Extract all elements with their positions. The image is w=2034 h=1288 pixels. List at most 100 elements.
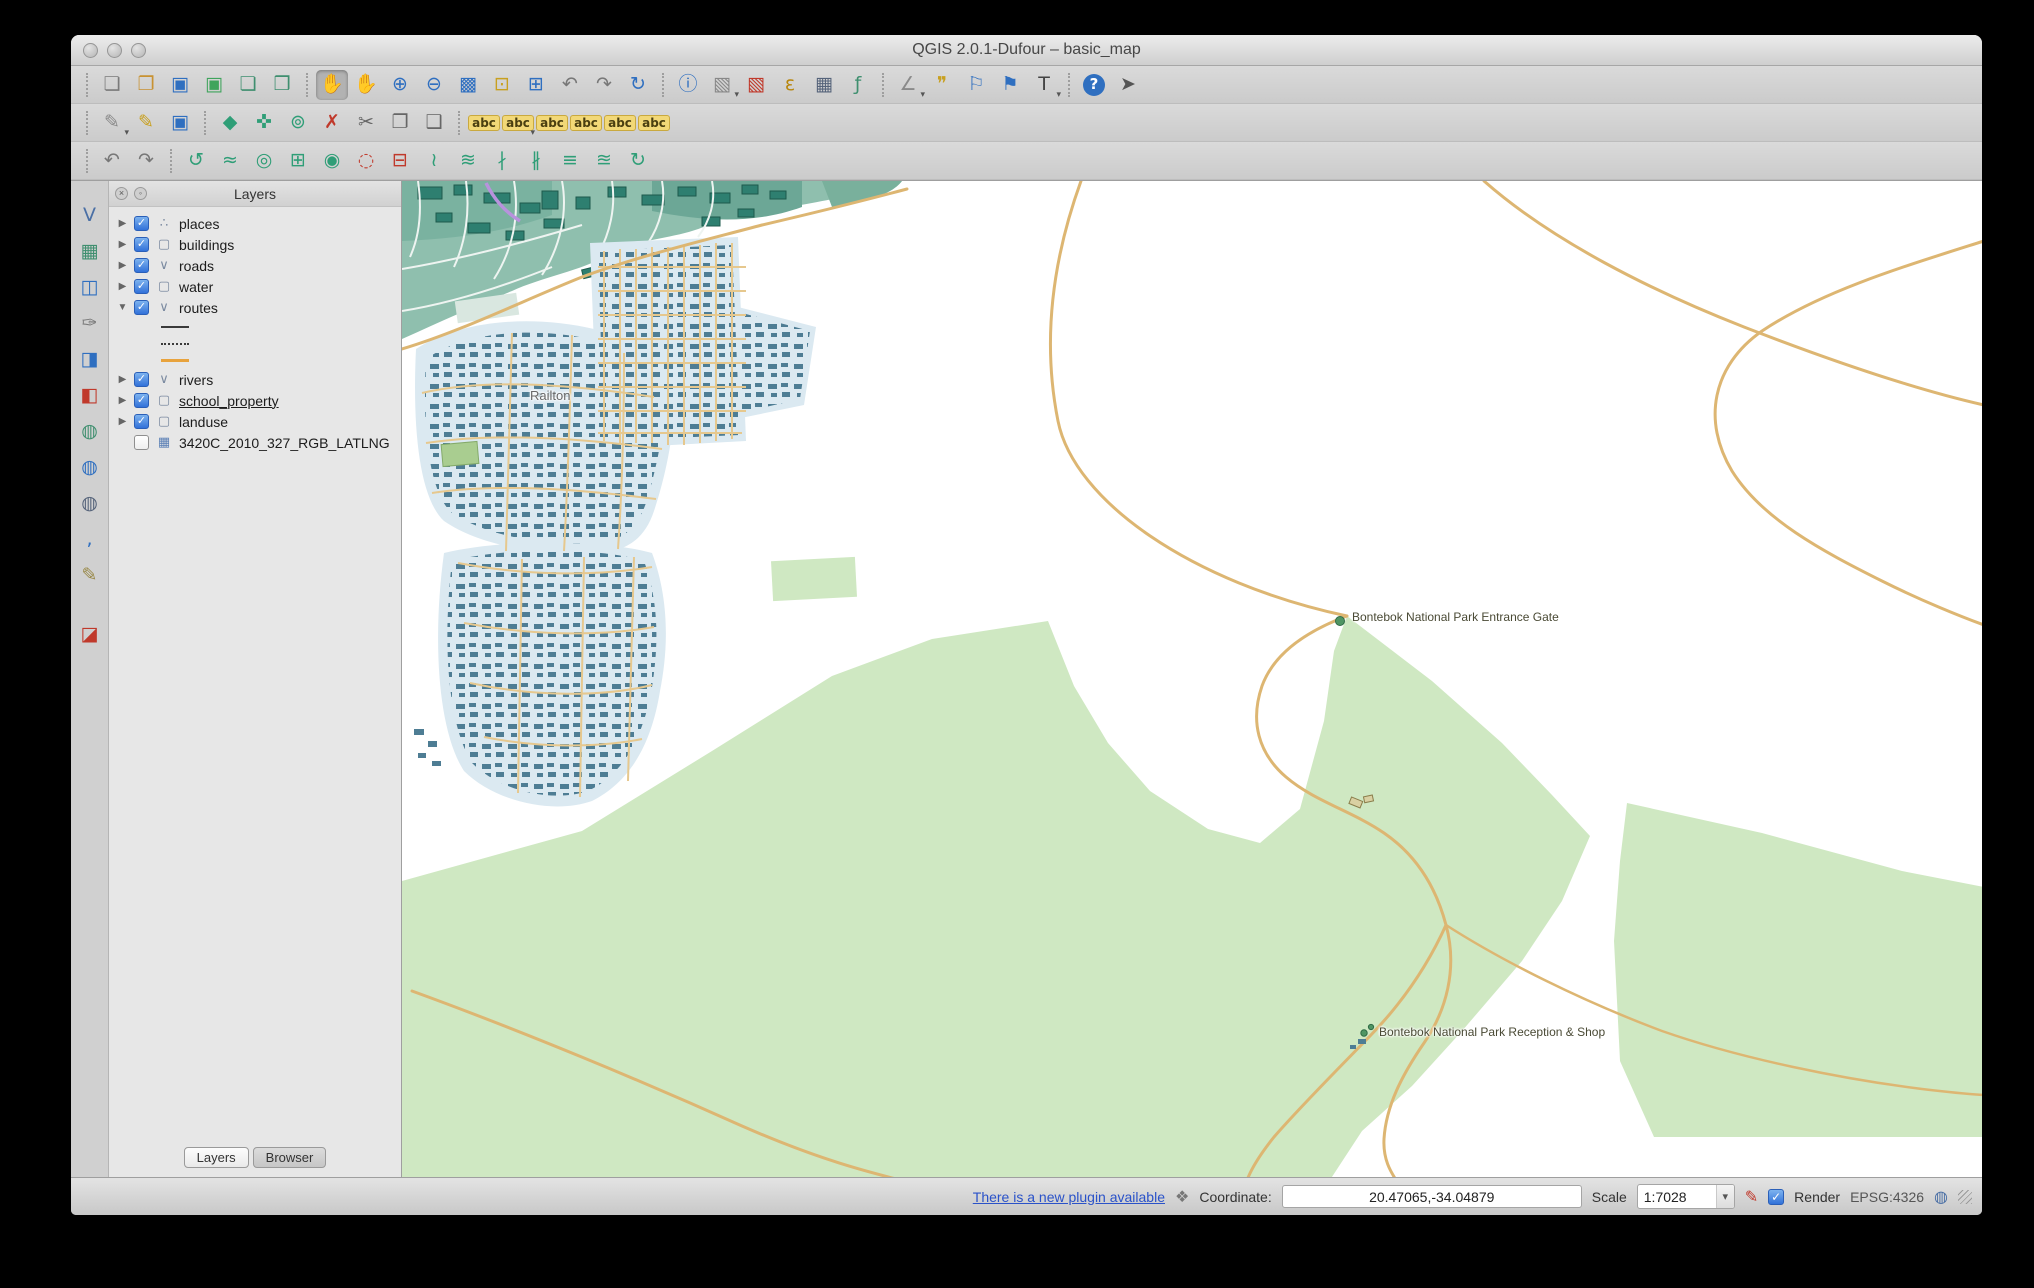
new-project-button[interactable]: ❏ (96, 70, 128, 100)
expand-arrow-icon[interactable]: ▶ (117, 416, 128, 427)
highlight-pinned-labels-button[interactable]: abc (536, 108, 568, 138)
layer-row-3420c-2010-327-rgb-latlng[interactable]: ▦3420C_2010_327_RGB_LATLNG (109, 432, 401, 453)
rotate-point-symbols-button[interactable]: ↻ (622, 146, 654, 176)
zoom-last-button[interactable]: ↶ (554, 70, 586, 100)
add-ring-button[interactable]: ◎ (248, 146, 280, 176)
select-by-expression-button[interactable]: ε (774, 70, 806, 100)
zoom-in-button[interactable]: ⊕ (384, 70, 416, 100)
expand-arrow-icon[interactable]: ▶ (117, 239, 128, 250)
layer-label[interactable]: routes (179, 300, 218, 316)
delete-part-button[interactable]: ⊟ (384, 146, 416, 176)
crs-status-button[interactable]: ◍ (1934, 1187, 1948, 1206)
titlebar[interactable]: QGIS 2.0.1-Dufour – basic_map (71, 35, 1982, 66)
layer-row-places[interactable]: ▶✓∴places (109, 213, 401, 234)
show-bookmarks-button[interactable]: ⚑ (994, 70, 1026, 100)
expand-arrow-icon[interactable]: ▶ (117, 395, 128, 406)
zoom-next-button[interactable]: ↷ (588, 70, 620, 100)
close-window-button[interactable] (83, 43, 98, 58)
split-features-button[interactable]: ∤ (486, 146, 518, 176)
add-mssql-layer-button[interactable]: ◨ (75, 345, 105, 374)
node-tool-button[interactable]: ⊚ (282, 108, 314, 138)
help-button[interactable]: ? (1078, 70, 1110, 100)
layer-row-school-property[interactable]: ▶✓▢school_property (109, 390, 401, 411)
zoom-to-selection-button[interactable]: ⊡ (486, 70, 518, 100)
layer-visibility-checkbox[interactable]: ✓ (134, 393, 149, 408)
current-edits-button[interactable]: ✎▾ (96, 108, 128, 138)
save-project-button[interactable]: ▣ (164, 70, 196, 100)
labeling-options-button[interactable]: abc (468, 108, 500, 138)
change-label-properties-button[interactable]: abc (638, 108, 670, 138)
new-shapefile-layer-button[interactable]: ✎ (75, 561, 105, 590)
redo-button[interactable]: ↷ (130, 146, 162, 176)
paste-features-button[interactable]: ❑ (418, 108, 450, 138)
move-label-button[interactable]: abc (570, 108, 602, 138)
split-parts-button[interactable]: ∦ (520, 146, 552, 176)
save-layer-edits-button[interactable]: ▣ (164, 108, 196, 138)
expand-arrow-icon[interactable]: ▼ (117, 302, 128, 313)
rotate-feature-button[interactable]: ↺ (180, 146, 212, 176)
offset-curve-button[interactable]: ≋ (452, 146, 484, 176)
layer-label[interactable]: roads (179, 258, 214, 274)
panel-float-button[interactable]: ◦ (134, 187, 147, 200)
layer-visibility-checkbox[interactable]: ✓ (134, 414, 149, 429)
save-project-as-button[interactable]: ▣ (198, 70, 230, 100)
layer-row-roads[interactable]: ▶✓∨roads (109, 255, 401, 276)
expand-arrow-icon[interactable]: ▶ (117, 281, 128, 292)
map-tips-button[interactable]: ❞ (926, 70, 958, 100)
layer-visibility-checkbox[interactable]: ✓ (134, 279, 149, 294)
layer-visibility-checkbox[interactable]: ✓ (134, 372, 149, 387)
pin-unpin-labels-button[interactable]: abc▾ (502, 108, 534, 138)
new-print-composer-button[interactable]: ❏ (232, 70, 264, 100)
deselect-features-button[interactable]: ▧ (740, 70, 772, 100)
delete-ring-button[interactable]: ◌ (350, 146, 382, 176)
merge-attributes-button[interactable]: ≊ (588, 146, 620, 176)
move-feature-button[interactable]: ✜ (248, 108, 280, 138)
layer-visibility-checkbox[interactable] (134, 435, 149, 450)
layer-label[interactable]: landuse (179, 414, 228, 430)
open-project-button[interactable]: ❐ (130, 70, 162, 100)
pan-to-selection-button[interactable]: ✋ (350, 70, 382, 100)
identify-features-button[interactable]: ⓘ (672, 70, 704, 100)
map-canvas[interactable]: Railton Bontebok National Park Entrance … (402, 181, 1982, 1177)
layer-visibility-checkbox[interactable]: ✓ (134, 258, 149, 273)
pan-map-button[interactable]: ✋ (316, 70, 348, 100)
layer-row-landuse[interactable]: ▶✓▢landuse (109, 411, 401, 432)
layer-row-rivers[interactable]: ▶✓∨rivers (109, 369, 401, 390)
add-wcs-layer-button[interactable]: ◍ (75, 453, 105, 482)
zoom-full-button[interactable]: ▩ (452, 70, 484, 100)
copy-features-button[interactable]: ❐ (384, 108, 416, 138)
select-features-button[interactable]: ▧▾ (706, 70, 738, 100)
delete-selected-button[interactable]: ✗ (316, 108, 348, 138)
new-plugin-link[interactable]: There is a new plugin available (973, 1189, 1165, 1205)
fill-ring-button[interactable]: ◉ (316, 146, 348, 176)
zoom-window-button[interactable] (131, 43, 146, 58)
merge-features-button[interactable]: ≡ (554, 146, 586, 176)
zoom-to-layer-button[interactable]: ⊞ (520, 70, 552, 100)
layer-row-buildings[interactable]: ▶✓▢buildings (109, 234, 401, 255)
whats-this-button[interactable]: ➤ (1112, 70, 1144, 100)
add-wfs-layer-button[interactable]: ◍ (75, 489, 105, 518)
field-calculator-button[interactable]: ƒ (842, 70, 874, 100)
undo-button[interactable]: ↶ (96, 146, 128, 176)
db-manager-button[interactable]: ◪ (75, 620, 105, 649)
panel-close-button[interactable]: × (115, 187, 128, 200)
add-spatialite-layer-button[interactable]: ✑ (75, 309, 105, 338)
rotate-label-button[interactable]: abc (604, 108, 636, 138)
new-bookmark-button[interactable]: ⚐ (960, 70, 992, 100)
zoom-out-button[interactable]: ⊖ (418, 70, 450, 100)
expand-arrow-icon[interactable]: ▶ (117, 218, 128, 229)
reshape-features-button[interactable]: ≀ (418, 146, 450, 176)
add-feature-button[interactable]: ◆ (214, 108, 246, 138)
add-vector-layer-button[interactable]: V (75, 201, 105, 230)
layer-label[interactable]: school_property (179, 393, 279, 409)
render-checkbox[interactable]: ✓ (1768, 1189, 1784, 1205)
text-annotation-button[interactable]: T▾ (1028, 70, 1060, 100)
layer-row-water[interactable]: ▶✓▢water (109, 276, 401, 297)
layer-visibility-checkbox[interactable]: ✓ (134, 300, 149, 315)
expand-arrow-icon[interactable]: ▶ (117, 374, 128, 385)
expand-arrow-icon[interactable]: ▶ (117, 260, 128, 271)
composer-manager-button[interactable]: ❒ (266, 70, 298, 100)
coordinate-input[interactable] (1282, 1185, 1582, 1208)
panel-tab-layers[interactable]: Layers (184, 1147, 249, 1168)
add-delimited-text-layer-button[interactable]: , (75, 525, 105, 554)
